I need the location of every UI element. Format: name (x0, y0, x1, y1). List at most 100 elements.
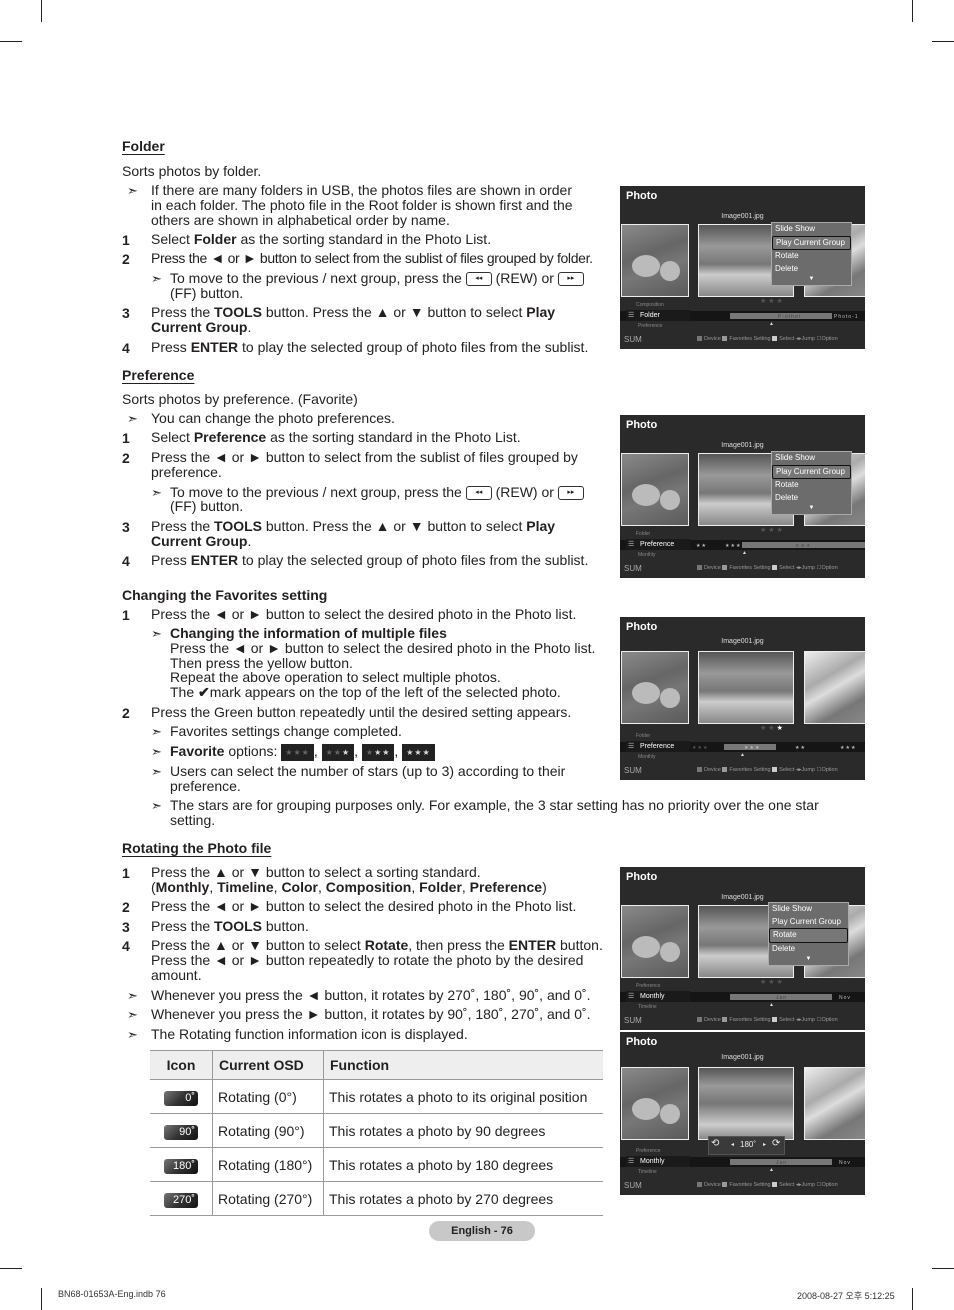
arrow-right-icon[interactable]: ▸ (763, 1141, 766, 1148)
rotate-0-icon: 0˚ (164, 1090, 198, 1106)
favorites-multi-title: Changing the information of multiple fil… (170, 625, 447, 641)
group-segment: ★★★ (840, 745, 857, 751)
function-cell: This rotates a photo by 180 degrees (323, 1147, 603, 1182)
photo-thumbnail-sheep[interactable] (621, 1067, 689, 1140)
preference-note: You can change the photo preferences. (151, 410, 395, 426)
step-number: 1 (122, 607, 130, 623)
checkmark-icon: ✔ (198, 684, 210, 700)
arrow-left-icon[interactable]: ◂ (731, 1141, 734, 1148)
photo-thumbnail-sheep[interactable] (621, 651, 689, 724)
crop-mark (0, 1268, 22, 1269)
menu-item-rotate[interactable]: Rotate (772, 479, 851, 492)
photo-thumbnail-sea[interactable] (698, 651, 794, 724)
menu-item-play-current-group[interactable]: Play Current Group (769, 916, 848, 929)
photo-thumbnail-sheep[interactable] (621, 905, 689, 978)
menu-item-rotate[interactable]: Rotate (772, 250, 851, 263)
column-header: Function (323, 1050, 603, 1080)
folder-note-line: in each folder. The photo file in the Ro… (151, 197, 573, 213)
group-segment: ★★★ (692, 745, 709, 751)
rotating-step-4: Press the ▲ or ▼ button to select Rotate… (151, 937, 603, 953)
note-arrow-icon: ➣ (151, 485, 162, 500)
menu-item-delete[interactable]: Delete (769, 943, 848, 956)
favorite-option-3-stars: ★★★ (402, 744, 435, 761)
preference-step-3: Press the TOOLS button. Press the ▲ or ▼… (151, 518, 556, 534)
folder-step-2: Press the ◄ or ► button to select from t… (151, 250, 593, 266)
tools-menu: Slide Show Play Current Group Rotate Del… (771, 222, 852, 286)
osd-sum-label: SUM (624, 1181, 642, 1190)
step-number: 3 (122, 305, 130, 321)
print-footer-date: 2008-08-27 오후 5:12:25 (797, 1291, 895, 1301)
photo-thumbnail-sea-rotated[interactable] (698, 1067, 794, 1140)
note-arrow-icon: ➣ (151, 744, 162, 759)
category-current[interactable]: Folder (626, 310, 690, 321)
favorites-note-4-cont: setting. (170, 812, 216, 828)
group-segment: ★★ (696, 543, 707, 549)
menu-item-slide-show[interactable]: Slide Show (772, 223, 851, 236)
favorites-note-4: The stars are for grouping purposes only… (170, 797, 819, 813)
rotating-step-3: Press the TOOLS button. (151, 918, 309, 934)
group-label-right: Nov (839, 1160, 851, 1166)
category-current[interactable]: Monthly (626, 1156, 690, 1167)
preference-intro: Sorts photos by preference. (Favorite) (122, 391, 358, 407)
osd-legend: Device Favorites Setting Select ◂▸Jump ☐… (697, 767, 838, 773)
category-next: Timeline (638, 1004, 657, 1010)
photo-thumbnail-sheep[interactable] (621, 224, 689, 297)
category-current[interactable]: Monthly (626, 991, 690, 1002)
osd-cell: Rotating (180°) (212, 1147, 324, 1182)
menu-item-delete[interactable]: Delete (772, 492, 851, 505)
category-prev: Composition (636, 302, 664, 308)
favorites-multi-line: Press the ◄ or ► button to select the de… (170, 640, 596, 656)
function-cell: This rotates a photo by 270 degrees (323, 1181, 603, 1216)
menu-item-rotate[interactable]: Rotate (769, 928, 848, 943)
osd-screenshot-rotate-180: Photo Image001.jpg ⟲ ◂ 180˚ ▸ ⟳ Preferen… (620, 1032, 865, 1195)
photo-thumbnail-mountain[interactable] (804, 651, 865, 724)
step-number: 2 (122, 251, 130, 267)
osd-cell: Rotating (0°) (212, 1079, 324, 1114)
column-header: Current OSD (212, 1050, 324, 1080)
step-number: 2 (122, 450, 130, 466)
menu-item-play-current-group[interactable]: Play Current Group (772, 464, 851, 479)
rotate-right-icon[interactable]: ⟳ (772, 1138, 780, 1149)
print-footer-file: BN68-01653A-Eng.indb 76 (58, 1289, 166, 1299)
ff-button-icon: ▸▸ (557, 486, 584, 501)
folder-step-3-cont: Current Group. (151, 319, 252, 335)
scroll-down-icon[interactable]: ▼ (769, 955, 848, 963)
menu-item-slide-show[interactable]: Slide Show (772, 452, 851, 465)
category-current[interactable]: Preference (626, 741, 690, 752)
note-arrow-icon: ➣ (127, 183, 138, 198)
rotation-control: ⟲ ◂ 180˚ ▸ ⟳ (708, 1136, 785, 1155)
note-arrow-icon: ➣ (127, 1027, 138, 1042)
menu-item-play-current-group[interactable]: Play Current Group (772, 235, 851, 250)
crop-mark (41, 0, 42, 22)
osd-filename: Image001.jpg (721, 894, 764, 901)
page-number: English - 76 (429, 1221, 535, 1241)
scroll-down-icon[interactable]: ▼ (772, 275, 851, 283)
category-next: Timeline (638, 1169, 657, 1175)
favorites-check-line: The ✔mark appears on the top of the left… (170, 684, 561, 700)
osd-legend: Device Favorites Setting Select ◂▸Jump ☐… (697, 1017, 838, 1023)
rotating-note: Whenever you press the ► button, it rota… (151, 1006, 591, 1022)
favorites-multi-line: Repeat the above operation to select mul… (170, 669, 501, 685)
pointer-icon: ▲ (769, 1002, 774, 1008)
folder-section-title: Folder (122, 138, 165, 154)
category-next: Monthly (638, 552, 656, 558)
photo-thumbnail-mountain[interactable] (804, 1067, 865, 1140)
menu-item-slide-show[interactable]: Slide Show (769, 903, 848, 916)
category-current[interactable]: Preference (626, 539, 690, 550)
menu-item-delete[interactable]: Delete (772, 263, 851, 276)
folder-step-1: Select Folder as the sorting standard in… (151, 231, 492, 247)
category-prev: Folder (636, 531, 651, 537)
folder-note-line: If there are many folders in USB, the ph… (151, 182, 572, 198)
step-number: 1 (122, 865, 130, 881)
rotate-left-icon[interactable]: ⟲ (711, 1138, 719, 1149)
folder-step-4: Press ENTER to play the selected group o… (151, 339, 589, 355)
osd-filename: Image001.jpg (721, 213, 764, 220)
photo-thumbnail-sheep[interactable] (621, 453, 689, 526)
scroll-down-icon[interactable]: ▼ (772, 504, 851, 512)
folder-subnote: To move to the previous / next group, pr… (170, 271, 584, 287)
pointer-icon: ▲ (742, 550, 747, 556)
osd-screenshot-folder: Photo Image001.jpg Slide Show Play Curre… (620, 186, 865, 349)
rotating-step-4-cont: amount. (151, 967, 202, 983)
preference-step-4: Press ENTER to play the selected group o… (151, 552, 589, 568)
osd-sum-label: SUM (624, 564, 642, 573)
